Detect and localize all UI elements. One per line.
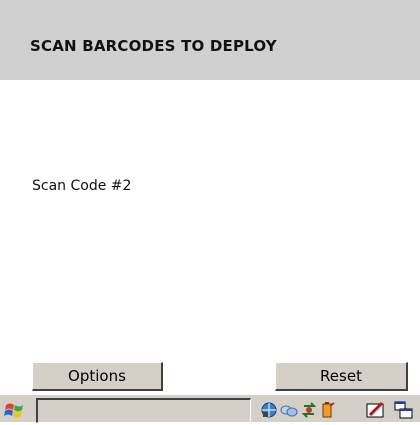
battery-icon[interactable]: [318, 401, 336, 419]
page-title: SCAN BARCODES TO DEPLOY: [30, 37, 277, 55]
title-bar: SCAN BARCODES TO DEPLOY: [0, 0, 420, 80]
connectivity-icon[interactable]: [280, 401, 298, 419]
input-panel-icon[interactable]: [366, 401, 386, 419]
sync-icon[interactable]: [300, 401, 318, 419]
options-button[interactable]: Options: [32, 362, 163, 391]
taskbar-window-area[interactable]: [36, 398, 251, 423]
network-globe-icon[interactable]: [260, 401, 278, 419]
system-tray: [256, 398, 420, 423]
start-button[interactable]: [2, 399, 32, 421]
scan-prompt-text: Scan Code #2: [32, 178, 132, 194]
window-switch-icon[interactable]: [394, 401, 414, 419]
reset-button[interactable]: Reset: [275, 362, 408, 391]
taskbar: [0, 394, 420, 423]
windows-flag-icon: [4, 403, 23, 418]
